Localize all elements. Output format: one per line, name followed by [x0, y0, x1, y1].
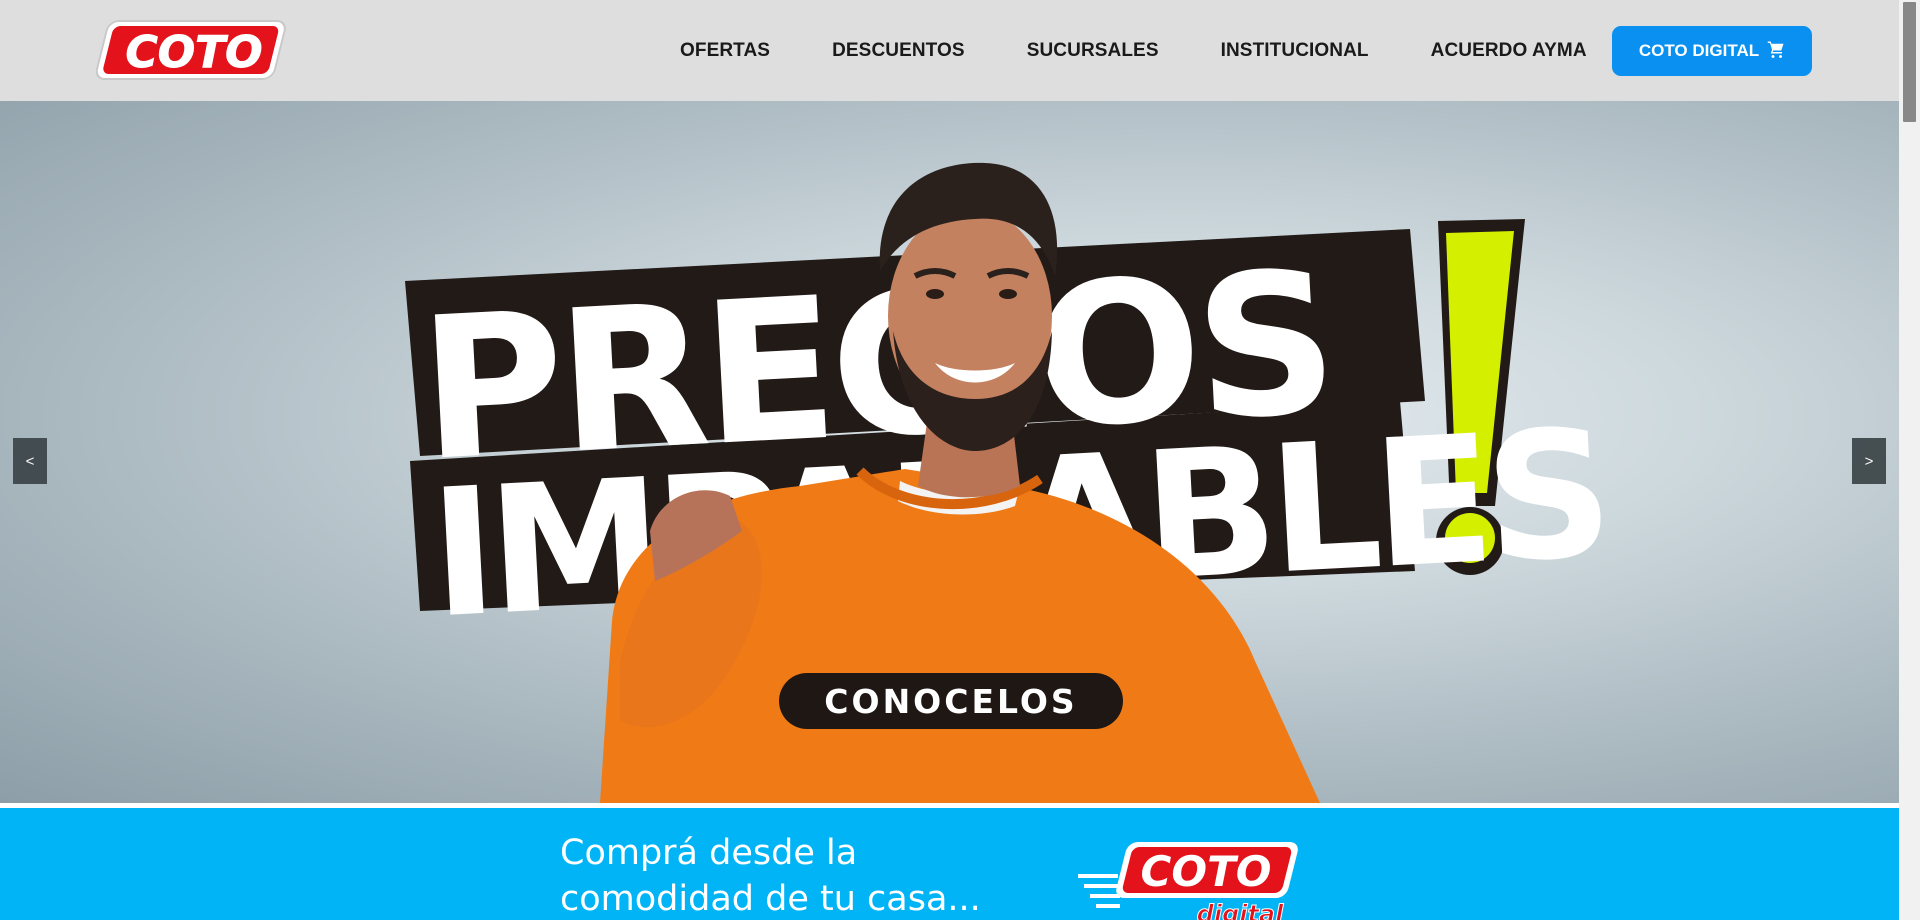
banner-tagline: Comprá desde la comodidad de tu casa...	[560, 830, 981, 920]
nav-acuerdo-ayma[interactable]: ACUERDO AYMA	[1431, 40, 1587, 62]
chevron-right-icon: >	[1864, 452, 1874, 470]
nav-institucional[interactable]: INSTITUCIONAL	[1221, 40, 1369, 62]
carousel-prev-button[interactable]: <	[13, 438, 47, 484]
banner-tagline-line2: comodidad de tu casa...	[560, 879, 981, 919]
main-nav: OFERTAS DESCUENTOS SUCURSALES INSTITUCIO…	[680, 0, 1587, 101]
nav-ofertas[interactable]: OFERTAS	[680, 40, 770, 62]
speed-lines	[1078, 874, 1120, 908]
coto-digital-button[interactable]: COTO DIGITAL	[1612, 26, 1812, 76]
coto-logo[interactable]: COTO	[96, 17, 292, 83]
nav-sucursales[interactable]: SUCURSALES	[1027, 40, 1159, 62]
conocelos-button[interactable]: CONOCELOS	[779, 673, 1123, 729]
coto-digital-banner[interactable]: Comprá desde la comodidad de tu casa... …	[0, 808, 1899, 920]
scrollbar-thumb[interactable]	[1903, 2, 1916, 122]
banner-tagline-line1: Comprá desde la	[560, 833, 858, 873]
hero-carousel: PRECIOS IMPARABLES	[0, 101, 1899, 803]
nav-descuentos[interactable]: DESCUENTOS	[832, 40, 965, 62]
chevron-left-icon: <	[25, 452, 35, 470]
coto-digital-logo: COTO digital	[1078, 834, 1308, 920]
site-header: COTO OFERTAS DESCUENTOS SUCURSALES INSTI…	[0, 0, 1899, 101]
banner-logo-wordmark: COTO	[1141, 847, 1272, 896]
carousel-next-button[interactable]: >	[1852, 438, 1886, 484]
banner-logo-subtext: digital	[1197, 900, 1284, 920]
page-scrollbar[interactable]	[1899, 0, 1920, 920]
coto-digital-label: COTO DIGITAL	[1638, 41, 1760, 60]
logo-wordmark: COTO	[125, 27, 262, 78]
shopping-cart-icon	[1767, 40, 1785, 63]
